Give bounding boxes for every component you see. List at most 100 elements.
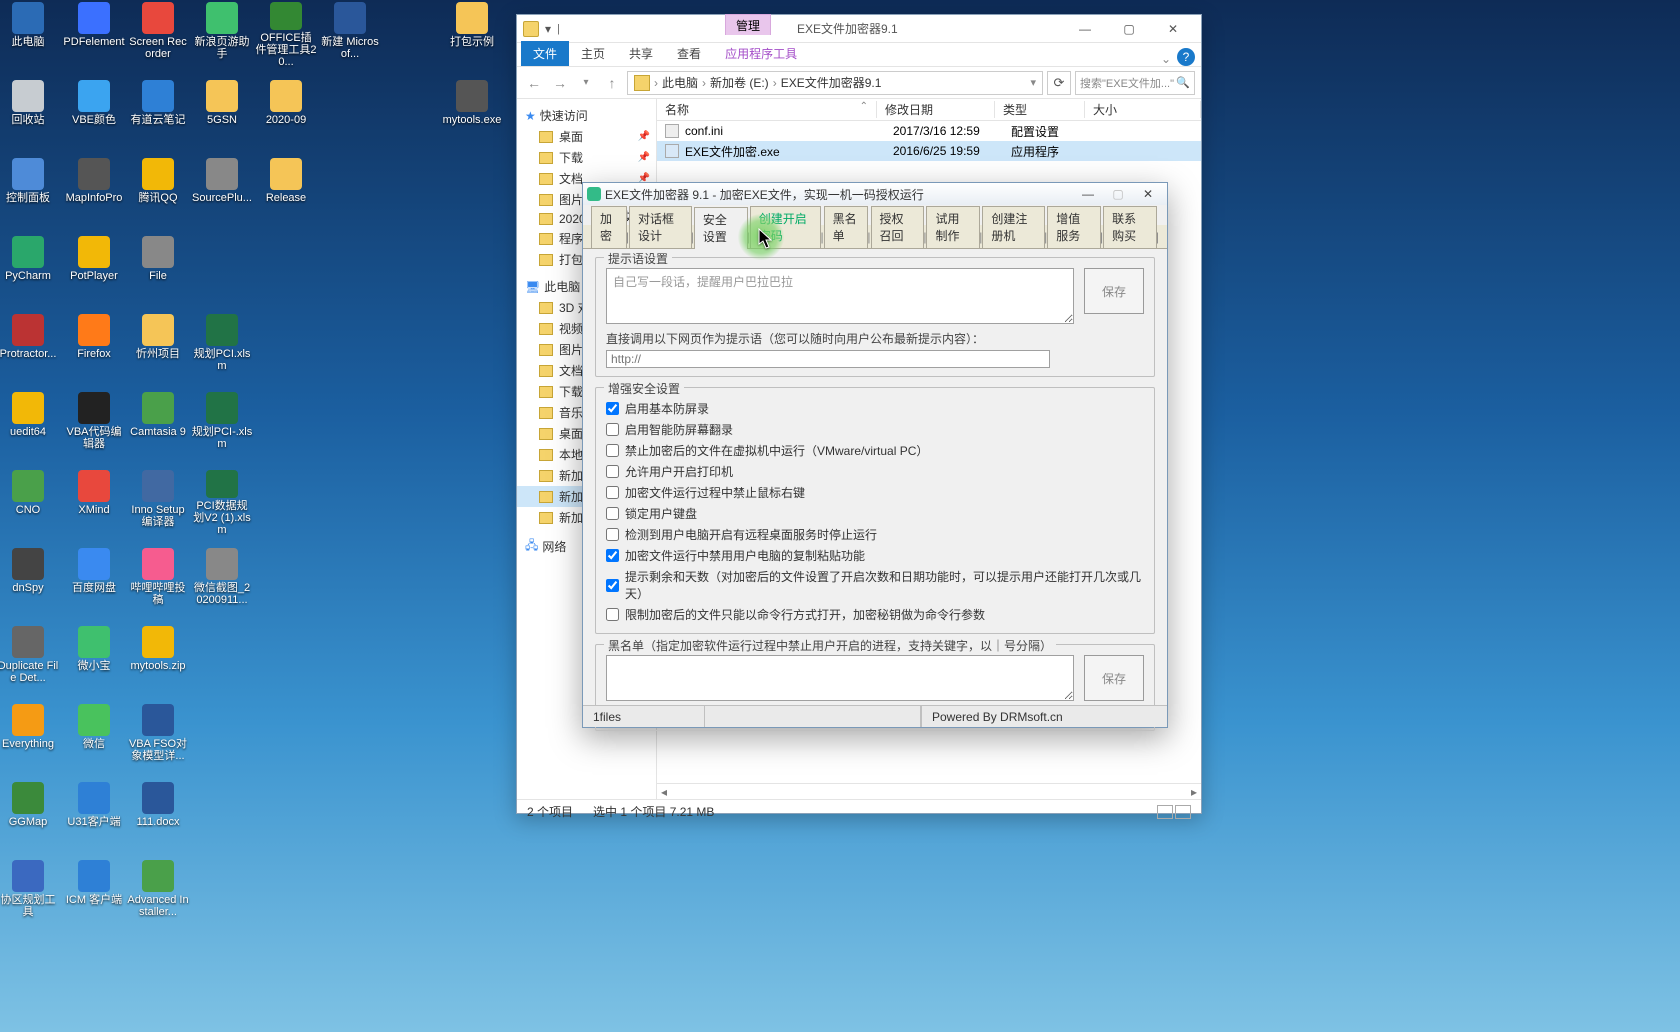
prompt-textarea[interactable]	[606, 268, 1074, 324]
nav-up[interactable]: ↑	[601, 72, 623, 94]
ribbon-share[interactable]: 共享	[617, 41, 665, 66]
nav-back[interactable]: ←	[523, 72, 545, 94]
desktop-icon[interactable]: Camtasia 9	[127, 392, 189, 458]
nav-forward[interactable]: →	[549, 72, 571, 94]
dlg-maximize-button[interactable]: ▢	[1103, 185, 1133, 203]
security-checkbox[interactable]: 检测到用户电脑开启有远程桌面服务时停止运行	[606, 524, 1144, 545]
breadcrumb[interactable]: › 此电脑 › 新加卷 (E:) › EXE文件加密器9.1 ▾	[627, 71, 1043, 95]
dialog-tab[interactable]: 对话框设计	[629, 206, 692, 248]
security-checkbox[interactable]: 加密文件运行过程中禁止鼠标右键	[606, 482, 1144, 503]
checkbox-input[interactable]	[606, 507, 619, 520]
checkbox-input[interactable]	[606, 608, 619, 621]
crumb-2[interactable]: EXE文件加密器9.1	[781, 74, 882, 91]
explorer-titlebar[interactable]: ▾ | 管理 EXE文件加密器9.1 — ▢ ✕	[517, 15, 1201, 43]
dialog-tab[interactable]: 安全设置	[694, 207, 748, 249]
manage-tab[interactable]: 管理	[725, 14, 771, 35]
ribbon-view[interactable]: 查看	[665, 41, 713, 66]
desktop-icon[interactable]: 微信截图_20200911...	[191, 548, 253, 614]
desktop-icon[interactable]: PDFelement	[63, 2, 125, 68]
table-row[interactable]: conf.ini2017/3/16 12:59配置设置	[657, 121, 1201, 141]
desktop-icon[interactable]: uedit64	[0, 392, 59, 458]
desktop-icon[interactable]: VBA FSO对象模型详...	[127, 704, 189, 770]
desktop-icon[interactable]: PotPlayer	[63, 236, 125, 302]
nav-recent[interactable]: ▾	[575, 72, 597, 94]
dialog-tab[interactable]: 试用制作	[926, 206, 980, 248]
dialog-tab[interactable]: 加密	[591, 206, 627, 248]
blacklist-save-button[interactable]: 保存	[1084, 655, 1144, 701]
desktop-icon[interactable]: 有道云笔记	[127, 80, 189, 146]
desktop-icon[interactable]: 此电脑	[0, 2, 59, 68]
security-checkbox[interactable]: 锁定用户键盘	[606, 503, 1144, 524]
checkbox-input[interactable]	[606, 402, 619, 415]
search-box[interactable]: 搜索"EXE文件加..." 🔍	[1075, 71, 1195, 95]
checkbox-input[interactable]	[606, 465, 619, 478]
desktop-icon[interactable]: PCI数据规划V2 (1).xlsm	[191, 470, 253, 536]
desktop-icon[interactable]: 新建 Microsof...	[319, 2, 381, 68]
desktop-icon[interactable]: Everything	[0, 704, 59, 770]
checkbox-input[interactable]	[606, 423, 619, 436]
maximize-button[interactable]: ▢	[1107, 17, 1151, 41]
ribbon-home[interactable]: 主页	[569, 41, 617, 66]
sidebar-item[interactable]: 下载📌	[517, 147, 656, 168]
security-checkbox[interactable]: 允许用户开启打印机	[606, 461, 1144, 482]
desktop-icon[interactable]: mytools.zip	[127, 626, 189, 692]
desktop-icon[interactable]: ICM 客户端	[63, 860, 125, 926]
desktop-icon[interactable]: 哔哩哔哩投稿	[127, 548, 189, 614]
ribbon-apptools[interactable]: 应用程序工具	[713, 41, 809, 66]
checkbox-input[interactable]	[606, 549, 619, 562]
desktop-icon[interactable]: Advanced Installer...	[127, 860, 189, 926]
desktop-icon[interactable]: Firefox	[63, 314, 125, 380]
desktop-icon[interactable]: 忻州项目	[127, 314, 189, 380]
help-icon[interactable]: ?	[1177, 48, 1195, 66]
dlg-minimize-button[interactable]: —	[1073, 185, 1103, 203]
desktop-icon[interactable]: CNO	[0, 470, 59, 536]
dialog-tab[interactable]: 联系购买	[1103, 206, 1157, 248]
desktop-icon[interactable]: MapInfoPro	[63, 158, 125, 224]
desktop-icon[interactable]: 腾讯QQ	[127, 158, 189, 224]
desktop-icon[interactable]: 百度网盘	[63, 548, 125, 614]
desktop-icon[interactable]: Release	[255, 158, 317, 224]
prompt-url-input[interactable]	[606, 350, 1050, 368]
checkbox-input[interactable]	[606, 528, 619, 541]
checkbox-input[interactable]	[606, 444, 619, 457]
dialog-titlebar[interactable]: EXE文件加密器 9.1 - 加密EXE文件，实现一机一码授权运行 — ▢ ✕	[583, 183, 1167, 205]
ribbon-file[interactable]: 文件	[521, 41, 569, 66]
checkbox-input[interactable]	[606, 579, 619, 592]
desktop-icon[interactable]: SourcePlu...	[191, 158, 253, 224]
desktop-icon[interactable]: 2020-09	[255, 80, 317, 146]
desktop-icon[interactable]: 111.docx	[127, 782, 189, 848]
desktop-icon[interactable]: 打包示例	[441, 2, 503, 68]
dialog-tab[interactable]: 创建注册机	[982, 206, 1045, 248]
desktop-icon[interactable]: 规划PCI-.xlsm	[191, 392, 253, 458]
desktop-icon[interactable]: File	[127, 236, 189, 302]
desktop-icon[interactable]: 5GSN	[191, 80, 253, 146]
dialog-tab[interactable]: 增值服务	[1047, 206, 1101, 248]
dialog-tab[interactable]: 授权召回	[871, 206, 925, 248]
security-checkbox[interactable]: 限制加密后的文件只能以命令行方式打开，加密秘钥做为命令行参数	[606, 604, 1144, 625]
desktop-icon[interactable]: 协区规划工具	[0, 860, 59, 926]
desktop-icon[interactable]: 微小宝	[63, 626, 125, 692]
checkbox-input[interactable]	[606, 486, 619, 499]
security-checkbox[interactable]: 启用基本防屏录	[606, 398, 1144, 419]
prompt-save-button[interactable]: 保存	[1084, 268, 1144, 314]
quick-access-header[interactable]: ★快速访问	[517, 105, 656, 126]
desktop-icon[interactable]: VBE颜色	[63, 80, 125, 146]
desktop-icon[interactable]: Protractor...	[0, 314, 59, 380]
refresh-button[interactable]: ⟳	[1047, 71, 1071, 95]
desktop-icon[interactable]: OFFICE插件管理工具20...	[255, 2, 317, 68]
desktop-icon[interactable]: U31客户端	[63, 782, 125, 848]
security-checkbox[interactable]: 加密文件运行中禁用用户电脑的复制粘贴功能	[606, 545, 1144, 566]
desktop-icon[interactable]: Duplicate File Det...	[0, 626, 59, 692]
desktop-icon[interactable]: XMind	[63, 470, 125, 536]
crumb-1[interactable]: 新加卷 (E:)	[710, 74, 769, 91]
desktop-icon[interactable]: Screen Recorder	[127, 2, 189, 68]
security-checkbox[interactable]: 禁止加密后的文件在虚拟机中运行（VMware/virtual PC）	[606, 440, 1144, 461]
view-details-button[interactable]	[1157, 805, 1173, 819]
security-checkbox[interactable]: 提示剩余和天数（对加密后的文件设置了开启次数和日期功能时，可以提示用户还能打开几…	[606, 566, 1144, 604]
dialog-tab[interactable]: 黑名单	[824, 206, 869, 248]
desktop-icon[interactable]: 新浪页游助手	[191, 2, 253, 68]
desktop-icon[interactable]: 规划PCI.xlsm	[191, 314, 253, 380]
minimize-button[interactable]: —	[1063, 17, 1107, 41]
desktop-icon[interactable]: 微信	[63, 704, 125, 770]
desktop-icon[interactable]: GGMap	[0, 782, 59, 848]
